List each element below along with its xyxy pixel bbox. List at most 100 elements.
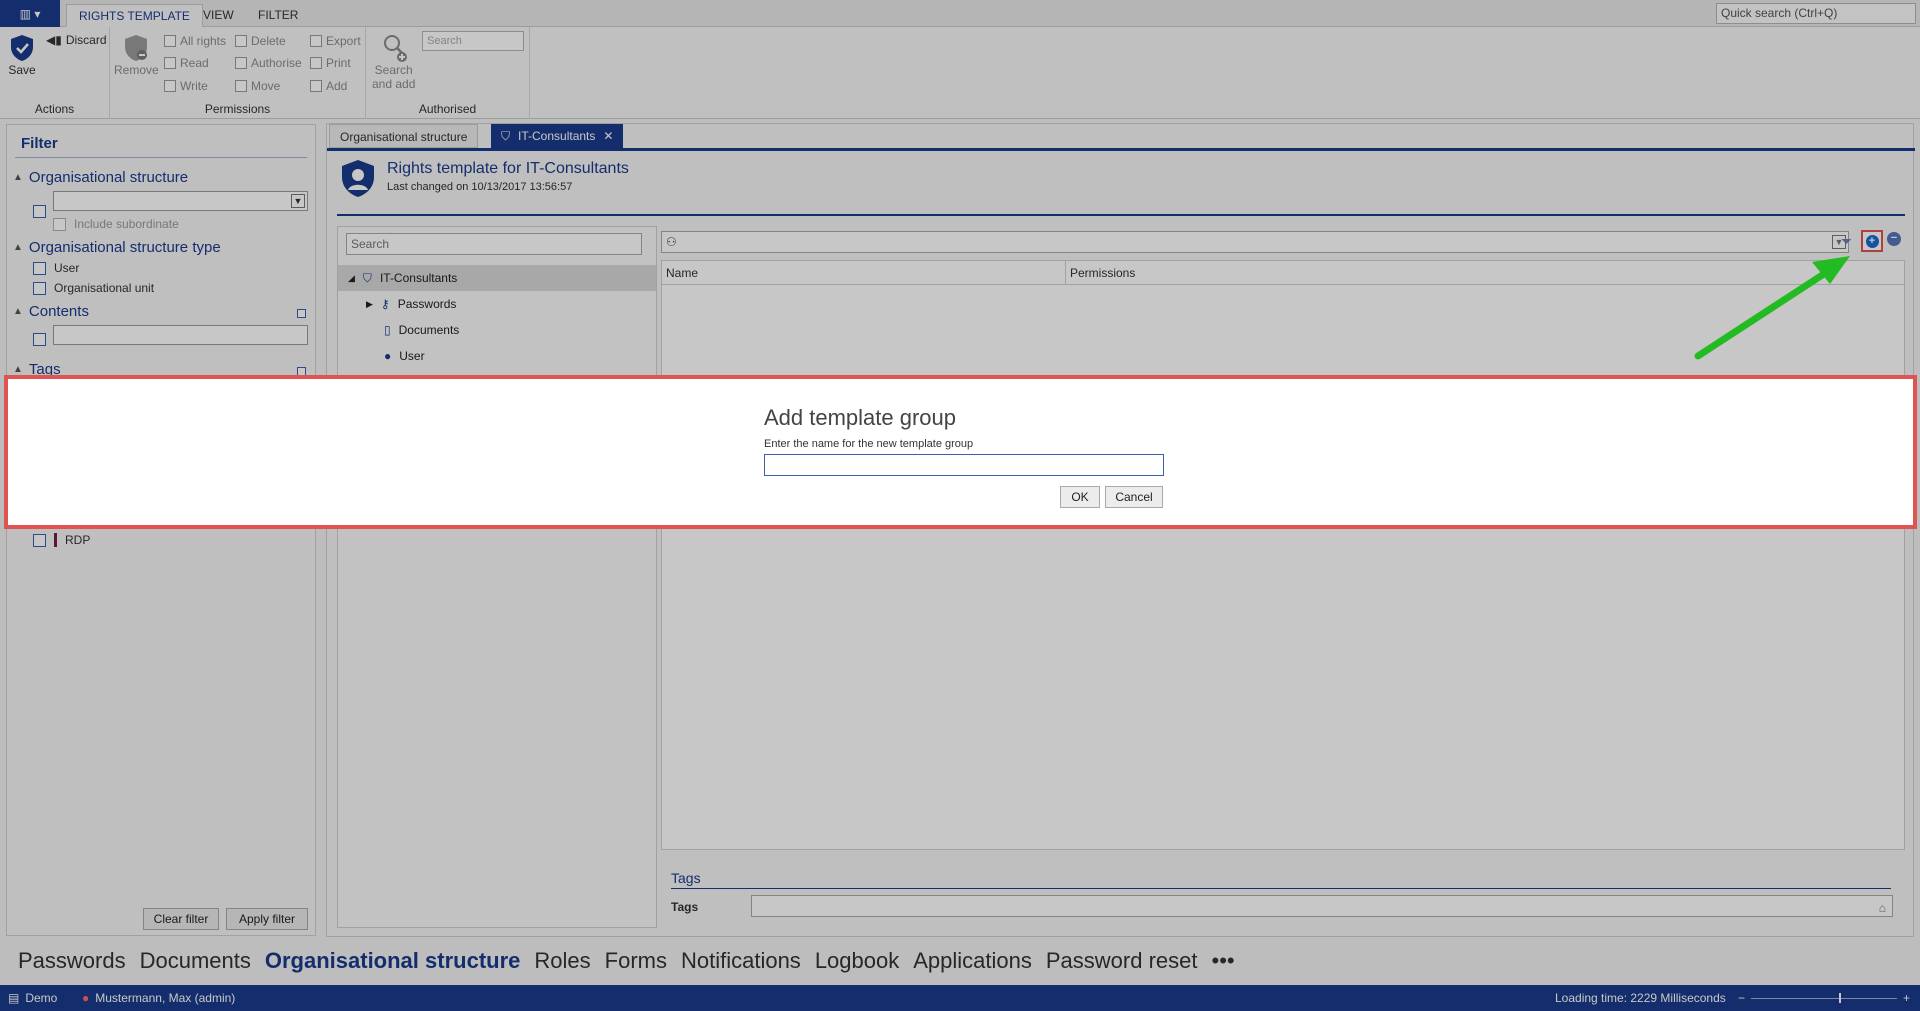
discard-icon: ◀▮ xyxy=(46,33,62,47)
tree-label: Passwords xyxy=(397,297,457,311)
status-database[interactable]: ▤ Demo xyxy=(8,985,57,1011)
org-structure-dropdown[interactable]: ▼ xyxy=(53,191,308,211)
check-delete[interactable]: Delete xyxy=(235,34,286,48)
save-label: Save xyxy=(8,63,36,77)
filter-option-org-unit[interactable]: Organisational unit xyxy=(33,281,154,295)
check-print[interactable]: Print xyxy=(310,56,351,70)
expand-caret-icon: ▶ xyxy=(366,298,373,309)
org-unit-icon: ⛉ xyxy=(362,270,372,285)
status-user[interactable]: ● Mustermann, Max (admin) xyxy=(82,985,235,1011)
include-subordinate-option[interactable]: Include subordinate xyxy=(53,217,179,231)
key-icon: ⚷ xyxy=(380,297,390,311)
filter-section-org-structure-type[interactable]: ▲ Organisational structure type xyxy=(13,239,221,256)
check-label: Add xyxy=(326,79,348,93)
dialog-prompt: Enter the name for the new template grou… xyxy=(764,438,974,450)
tab-organisational-structure[interactable]: Organisational structure xyxy=(329,124,479,148)
zoom-slider[interactable]: − + xyxy=(1738,985,1910,1011)
database-icon: ▤ xyxy=(8,991,20,1005)
filter-option-user[interactable]: User xyxy=(33,261,79,275)
template-group-name-input[interactable] xyxy=(764,454,1164,476)
zoom-in-icon: + xyxy=(1902,991,1910,1005)
check-move[interactable]: Move xyxy=(235,79,280,93)
check-label: Write xyxy=(180,79,208,93)
tree-search-input[interactable]: Search xyxy=(346,233,642,255)
nav-passwords[interactable]: Passwords xyxy=(18,948,126,974)
remove-button[interactable]: Remove xyxy=(114,33,159,77)
dialog-title: Add template group xyxy=(764,405,957,430)
nav-forms[interactable]: Forms xyxy=(605,948,667,974)
cancel-button[interactable]: Cancel xyxy=(1105,486,1163,508)
checkbox xyxy=(235,57,247,69)
tab-view[interactable]: VIEW xyxy=(191,4,246,27)
tab-filter[interactable]: FILTER xyxy=(246,4,310,27)
checkbox xyxy=(53,217,66,231)
check-label: Authorise xyxy=(251,56,302,70)
discard-button[interactable]: ◀▮ Discard xyxy=(46,33,107,47)
contents-checkbox[interactable] xyxy=(33,333,46,346)
option-label: Organisational unit xyxy=(54,281,155,295)
permissions-grid: Name Permissions xyxy=(661,260,1905,850)
filter-tag-rdp[interactable]: RDP xyxy=(33,533,90,547)
save-button[interactable]: Save xyxy=(8,33,36,77)
checkbox xyxy=(310,80,322,92)
contents-toggle[interactable] xyxy=(297,309,306,318)
filter-section-org-structure[interactable]: ▲ Organisational structure xyxy=(13,169,188,186)
nav-password-reset[interactable]: Password reset xyxy=(1046,948,1198,974)
group-label-authorised: Authorised xyxy=(418,102,477,116)
template-header-divider xyxy=(337,214,1905,216)
add-template-group-button[interactable]: + xyxy=(1861,230,1883,252)
ribbon-search-input[interactable]: Search xyxy=(422,31,524,51)
save-shield-icon xyxy=(8,33,36,63)
check-add[interactable]: Add xyxy=(310,79,347,93)
check-export[interactable]: Export xyxy=(310,34,361,48)
tree-item-documents[interactable]: ▯ Documents xyxy=(384,317,459,343)
filter-section-contents[interactable]: ▲ Contents xyxy=(13,303,89,320)
check-read[interactable]: Read xyxy=(164,56,209,70)
nav-more-button[interactable]: ••• xyxy=(1212,948,1235,974)
filter-icon[interactable]: ⏷ xyxy=(1841,233,1852,250)
checkbox xyxy=(235,80,247,92)
quick-search-input[interactable]: Quick search (Ctrl+Q) xyxy=(1716,3,1916,24)
org-structure-checkbox[interactable] xyxy=(33,205,46,218)
checkbox xyxy=(310,35,322,47)
tab-underline xyxy=(327,148,1915,151)
check-authorise[interactable]: Authorise xyxy=(235,56,302,70)
tab-it-consultants[interactable]: ⛉ IT-Consultants ✕ xyxy=(491,124,624,148)
apply-filter-button[interactable]: Apply filter xyxy=(226,908,308,930)
check-label: Export xyxy=(326,34,361,48)
option-label: RDP xyxy=(65,533,91,547)
checkbox xyxy=(33,533,46,547)
zoom-thumb[interactable] xyxy=(1838,992,1841,1003)
nav-documents[interactable]: Documents xyxy=(140,948,251,974)
check-all-rights[interactable]: All rights xyxy=(164,34,226,48)
nav-notifications[interactable]: Notifications xyxy=(681,948,801,974)
checkbox xyxy=(310,57,322,69)
main-panel: Organisational structure ⛉ IT-Consultant… xyxy=(326,123,1915,937)
tags-divider xyxy=(671,888,1891,889)
checkbox xyxy=(164,57,176,69)
remove-template-group-button[interactable]: − xyxy=(1887,232,1901,246)
group-selector-dropdown[interactable]: ⚇ ▼ xyxy=(661,231,1849,253)
tree-item-passwords[interactable]: ▶ ⚷ Passwords xyxy=(366,291,456,317)
contents-input[interactable] xyxy=(53,325,308,345)
nav-applications[interactable]: Applications xyxy=(913,948,1032,974)
zoom-out-icon: − xyxy=(1738,991,1746,1005)
search-and-add-button[interactable]: Search and add xyxy=(372,33,415,91)
check-write[interactable]: Write xyxy=(164,79,208,93)
tab-rights-template[interactable]: RIGHTS TEMPLATE xyxy=(66,4,203,27)
shield-icon: ⛉ xyxy=(501,129,511,143)
column-permissions[interactable]: Permissions xyxy=(1066,261,1904,285)
close-icon[interactable]: ✕ xyxy=(603,124,613,148)
ok-button[interactable]: OK xyxy=(1060,486,1100,508)
filter-title: Filter xyxy=(21,135,58,152)
clear-filter-button[interactable]: Clear filter xyxy=(143,908,219,930)
column-name[interactable]: Name xyxy=(662,261,1066,285)
nav-roles[interactable]: Roles xyxy=(534,948,590,974)
nav-organisational-structure[interactable]: Organisational structure xyxy=(265,948,521,974)
app-menu-button[interactable]: ▥ ▾ xyxy=(0,0,60,27)
tree-item-user[interactable]: ● User xyxy=(384,343,425,369)
tags-input[interactable]: ⌂ xyxy=(751,895,1893,917)
check-label: All rights xyxy=(180,34,227,48)
nav-logbook[interactable]: Logbook xyxy=(815,948,899,974)
tree-item-it-consultants[interactable]: ◢ ⛉ IT-Consultants xyxy=(338,265,656,291)
